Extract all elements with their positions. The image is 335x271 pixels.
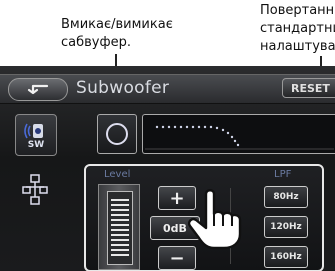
pointing-hand-icon — [187, 189, 242, 250]
network-side-button[interactable] — [15, 170, 55, 210]
reset-button[interactable]: RESET — [282, 78, 335, 98]
header-bar: Subwoofer RESET — [0, 74, 335, 104]
power-ring-icon — [106, 123, 128, 145]
screen: Subwoofer RESET SW Level LPF + 0dB − 80H… — [0, 66, 335, 271]
subwoofer-side-button[interactable]: SW — [15, 114, 57, 156]
subwoofer-speaker-icon — [24, 123, 43, 138]
callout-reset-defaults: Повертанн стандартни налаштува — [260, 3, 335, 54]
sw-label: SW — [27, 139, 45, 150]
lpf-label: LPF — [274, 169, 292, 180]
callout-subwoofer-toggle: Вмикає/вимикає сабвуфер. — [61, 17, 173, 50]
subwoofer-power-button[interactable] — [97, 114, 137, 154]
filter-curve-graph — [145, 125, 334, 150]
lpf-80hz-button[interactable]: 80Hz — [264, 186, 308, 208]
filter-curve-display — [142, 114, 335, 154]
level-meter — [98, 184, 140, 270]
level-meter-bars — [111, 199, 129, 256]
level-label: Level — [104, 169, 131, 180]
back-arrow-icon — [27, 84, 49, 94]
level-meter-scale — [107, 191, 133, 265]
lpf-160hz-button[interactable]: 160Hz — [264, 246, 308, 268]
network-icon — [22, 174, 48, 205]
page-title: Subwoofer — [76, 78, 170, 98]
back-button[interactable] — [8, 78, 68, 101]
lpf-120hz-button[interactable]: 120Hz — [264, 216, 308, 238]
